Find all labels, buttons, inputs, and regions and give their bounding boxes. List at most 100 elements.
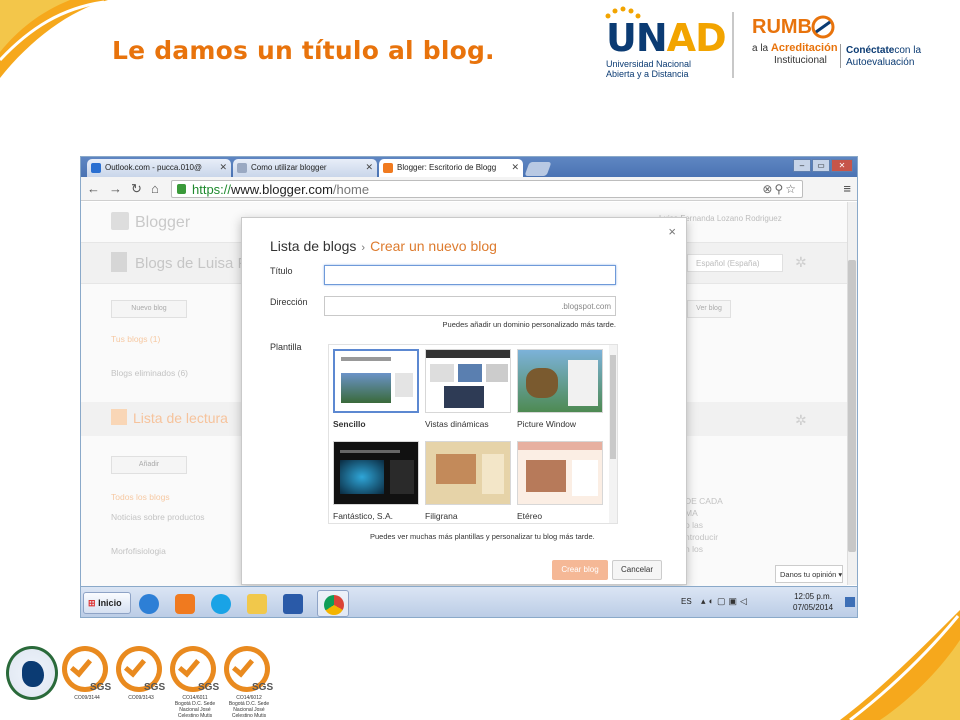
- template-filigrana[interactable]: Filigrana: [425, 441, 511, 521]
- blogger-icon: [383, 163, 393, 173]
- address-suffix: .blogspot.com: [561, 302, 611, 311]
- create-blog-button[interactable]: Crear blog: [552, 560, 608, 580]
- search-icon[interactable]: ⚲: [774, 182, 785, 196]
- template-thumbnail: [425, 441, 511, 505]
- page-scrollbar[interactable]: [847, 202, 857, 585]
- chrome-icon[interactable]: [317, 590, 349, 617]
- post-snippet-line: ntroducir: [685, 532, 719, 542]
- template-grid: Sencillo Vistas dinámicas Picture Window…: [328, 344, 618, 524]
- gear-icon[interactable]: ✲: [795, 412, 807, 429]
- forward-icon[interactable]: →: [109, 181, 122, 196]
- post-snippet-line: n los: [685, 544, 703, 554]
- template-label: Plantilla: [270, 342, 302, 352]
- your-blogs-link[interactable]: Tus blogs (1): [111, 334, 160, 344]
- blog-list-link[interactable]: Lista de blogs: [270, 238, 356, 254]
- rumbo-compass-icon: [811, 15, 835, 39]
- skype-icon[interactable]: [205, 590, 237, 617]
- product-news-link[interactable]: Noticias sobre productos: [111, 512, 205, 522]
- tray-arrow-icon: ▴: [701, 596, 709, 606]
- home-icon[interactable]: ⌂: [151, 181, 159, 196]
- close-tab-icon[interactable]: ✕: [511, 162, 519, 173]
- all-blogs-link[interactable]: Todos los blogs: [111, 492, 170, 502]
- tray-app-icon: ◐: [708, 596, 717, 606]
- create-new-blog-title: Crear un nuevo blog: [370, 238, 497, 254]
- slide: Le damos un título al blog. UNAD Univers…: [0, 0, 960, 720]
- extension-icon[interactable]: ⊗: [762, 182, 774, 196]
- close-window-button[interactable]: ✕: [831, 159, 853, 172]
- slide-title: Le damos un título al blog.: [112, 36, 495, 65]
- feedback-button[interactable]: Danos tu opinión ▾: [775, 565, 843, 583]
- address-hint: Puedes añadir un dominio personalizado m…: [442, 320, 616, 329]
- template-etereo[interactable]: Etéreo: [517, 441, 603, 521]
- top-left-swoosh: [0, 0, 108, 78]
- browser-toolbar: ← → ↻ ⌂ https://www.blogger.com/home ⊗⚲☆…: [81, 177, 857, 201]
- new-tab-button[interactable]: [524, 162, 552, 176]
- reload-icon[interactable]: ↻: [131, 181, 142, 197]
- address-bar[interactable]: https://www.blogger.com/home ⊗⚲☆: [171, 180, 803, 198]
- create-blog-dialog: × Lista de blogs › Crear un nuevo blog Tít…: [241, 217, 687, 585]
- add-button[interactable]: Añadir: [111, 456, 187, 474]
- reading-list-heading: Lista de lectura: [111, 409, 228, 426]
- tab-bar: Outlook.com - pucca.010@ ✕ Como utilizar …: [81, 157, 857, 177]
- folder-icon[interactable]: [241, 590, 273, 617]
- minimize-button[interactable]: –: [793, 159, 811, 172]
- blog-title-input[interactable]: [324, 265, 616, 285]
- gear-icon[interactable]: ✲: [795, 254, 807, 271]
- back-icon[interactable]: ←: [87, 181, 100, 196]
- template-sencillo[interactable]: Sencillo: [333, 349, 419, 429]
- browser-screenshot: Outlook.com - pucca.010@ ✕ Como utilizar …: [80, 156, 858, 618]
- cancel-button[interactable]: Cancelar: [612, 560, 662, 580]
- colombia-crest-icon: [6, 646, 58, 700]
- close-tab-icon[interactable]: ✕: [365, 162, 373, 173]
- language-indicator[interactable]: ES: [681, 597, 692, 606]
- tray-app-icon: ▢: [716, 596, 729, 606]
- unad-logo: UNAD Universidad Nacional Abierta y a Dis…: [600, 6, 727, 80]
- maximize-button[interactable]: ▭: [812, 159, 830, 172]
- system-tray[interactable]: ▴◐▢▣◁: [701, 596, 750, 607]
- blogger-icon: [111, 212, 129, 230]
- bookmark-star-icon[interactable]: ☆: [785, 182, 798, 196]
- template-scrollbar[interactable]: [609, 345, 617, 523]
- certification-seals: SGS CO09/3144 SGS CO09/3143 SGS CO14/601…: [6, 640, 286, 720]
- template-thumbnail: [517, 349, 603, 413]
- post-snippet-line: DE CADA: [685, 496, 723, 506]
- windows-taskbar: ⊞ Inicio ES ▴◐▢▣◁ 12:05 p.m. 07/05/2014: [81, 586, 857, 617]
- tab-outlook[interactable]: Outlook.com - pucca.010@ ✕: [87, 159, 231, 177]
- media-player-icon[interactable]: [169, 590, 201, 617]
- tab-como-utilizar[interactable]: Como utilizar blogger ✕: [233, 159, 377, 177]
- address-label: Dirección: [270, 297, 308, 307]
- template-fantastico[interactable]: Fantástico, S.A.: [333, 441, 419, 521]
- template-thumbnail: [333, 349, 419, 413]
- menu-icon[interactable]: ≡: [843, 181, 851, 196]
- breadcrumb-separator: ›: [361, 242, 366, 254]
- template-vistas-dinamicas[interactable]: Vistas dinámicas: [425, 349, 511, 429]
- blogs-heading: Blogs de Luisa F: [135, 255, 247, 272]
- avatar: [111, 252, 127, 272]
- morfofisiologia-link[interactable]: Morfofisiologia: [111, 546, 166, 556]
- template-picture-window[interactable]: Picture Window: [517, 349, 603, 429]
- close-icon[interactable]: ×: [668, 224, 676, 239]
- deleted-blogs-link[interactable]: Blogs eliminados (6): [111, 368, 188, 378]
- language-select[interactable]: Español (España): [687, 254, 783, 272]
- tab-blogger[interactable]: Blogger: Escritorio de Blogg ✕: [379, 159, 523, 177]
- reading-list-icon: [111, 409, 127, 425]
- start-button[interactable]: ⊞ Inicio: [83, 592, 131, 614]
- close-tab-icon[interactable]: ✕: [219, 162, 227, 173]
- volume-icon: ◁: [740, 596, 750, 606]
- page-icon: [237, 163, 247, 173]
- show-desktop-button[interactable]: [845, 597, 855, 607]
- window-controls: – ▭ ✕: [793, 159, 853, 172]
- word-icon[interactable]: [277, 590, 309, 617]
- rumbo-logo: RUMB a la Acreditación Institucional Con…: [752, 15, 922, 68]
- clock[interactable]: 12:05 p.m. 07/05/2014: [793, 591, 833, 613]
- title-label: Título: [270, 266, 293, 276]
- lock-icon: [177, 184, 186, 194]
- template-thumbnail: [425, 349, 511, 413]
- more-templates-note: Puedes ver muchas más plantillas y perso…: [370, 532, 595, 541]
- internet-explorer-icon[interactable]: [133, 590, 165, 617]
- view-blog-button[interactable]: Ver blog: [687, 300, 731, 318]
- new-blog-button[interactable]: Nuevo blog: [111, 300, 187, 318]
- outlook-icon: [91, 163, 101, 173]
- template-thumbnail: [333, 441, 419, 505]
- blog-address-input[interactable]: .blogspot.com: [324, 296, 616, 316]
